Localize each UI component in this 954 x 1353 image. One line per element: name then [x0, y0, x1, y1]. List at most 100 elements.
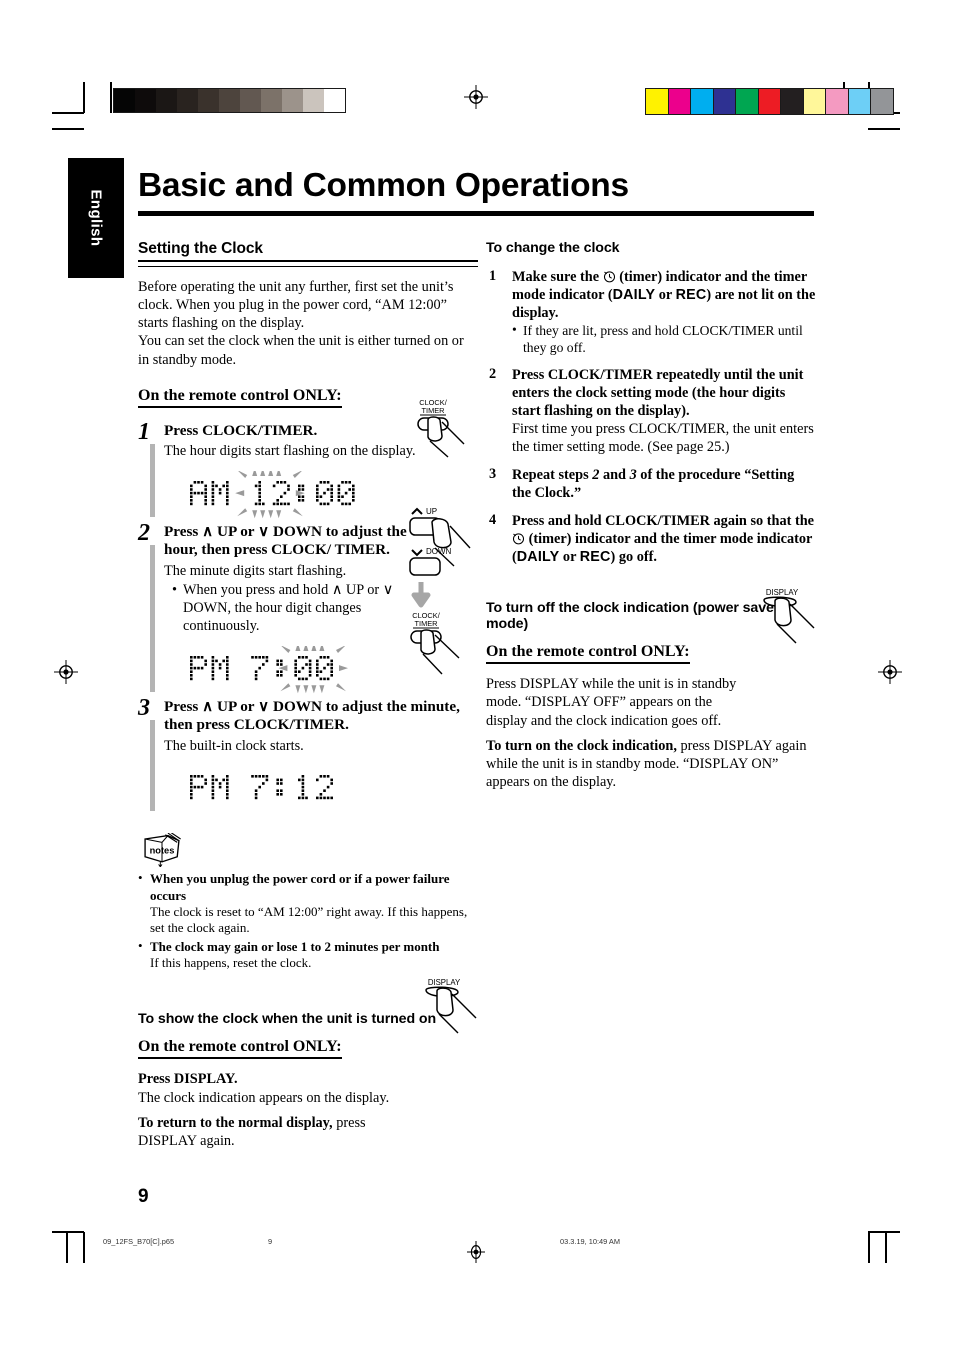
grayscale-swatch: [303, 89, 324, 112]
change-step-1-number: 1: [489, 268, 497, 284]
color-swatch: [803, 89, 826, 114]
crop-mark-bottom-left-h: [52, 1231, 84, 1233]
power-save-remote-only: On the remote control ONLY:: [486, 643, 690, 665]
change-clock-heading: To change the clock: [486, 240, 620, 256]
intro-paragraph-1: Before operating the unit any further, f…: [138, 279, 454, 332]
show-clock-remote-only: On the remote control ONLY:: [138, 1038, 342, 1060]
grayscale-swatch: [177, 89, 198, 112]
note-1-text: The clock is reset to “AM 12:00” right a…: [150, 903, 468, 936]
power-save-turn-on: To turn on the clock indication, press D…: [486, 737, 816, 791]
return-normal-display: To return to the normal display, press D…: [138, 1114, 426, 1150]
language-tab-label: English: [87, 189, 105, 247]
grayscale-swatch: [261, 89, 282, 112]
cs4-mode-rec: REC: [579, 549, 611, 566]
grayscale-swatch: [156, 89, 177, 112]
change-clock-steps: 1 Make sure the (timer) indicator and th…: [486, 268, 816, 566]
notes-block: notes When you unplug the power cord or …: [138, 831, 478, 972]
change-step-3: 3 Repeat steps 2 and 3 of the procedure …: [486, 466, 816, 502]
crop-mark-bottom-right-v: [868, 1232, 870, 1263]
press-display-body: The clock indication appears on the disp…: [138, 1089, 390, 1106]
color-swatch: [646, 89, 669, 114]
crop-mark-bottom-right-h: [868, 1231, 900, 1233]
color-calibration-bar: [645, 88, 894, 115]
crop-mark-top-right-h2: [868, 128, 900, 130]
change-step-2-number: 2: [489, 366, 497, 383]
step-3: 3 Press ∧ UP or ∨ DOWN to adjust the min…: [138, 694, 478, 812]
cs1-a: Make sure the: [512, 269, 603, 285]
note-2-title: The clock may gain or lose 1 to 2 minute…: [150, 938, 440, 954]
crop-mark-bottom-left-v: [83, 1232, 85, 1263]
color-swatch: [781, 89, 804, 114]
registration-mark-bottom: [464, 1240, 488, 1264]
grayscale-swatch: [324, 89, 345, 112]
color-swatch: [736, 89, 759, 114]
crop-mark-bottom-left-v2: [66, 1232, 68, 1263]
press-display-bold: Press DISPLAY.: [138, 1071, 238, 1088]
power-save-turn-on-bold: To turn on the clock indication,: [486, 737, 677, 754]
footer-page-number: 9: [268, 1237, 273, 1246]
page-number: 9: [138, 1186, 149, 1207]
page-title: Basic and Common Operations: [138, 167, 629, 204]
change-step-3-text: Repeat steps 2 and 3 of the procedure “S…: [512, 466, 816, 502]
crop-mark-bottom-right-v2: [885, 1232, 887, 1263]
crop-mark-top-left-h2: [52, 128, 84, 130]
right-column: To change the clock 1 Make sure the (tim…: [486, 240, 816, 791]
change-step-4-text: Press and hold CLOCK/TIMER again so that…: [512, 512, 816, 566]
color-swatch: [758, 89, 781, 114]
color-swatch: [713, 89, 736, 114]
power-save-paragraph-1: Press DISPLAY while the unit is in stand…: [486, 676, 737, 729]
cs4-a: Press and hold CLOCK/TIMER again so that…: [512, 513, 815, 530]
btn-label-display-left: DISPLAY: [428, 978, 461, 987]
step-2-number: 2: [138, 519, 150, 546]
cs4-mode-daily: DAILY: [516, 549, 560, 566]
step-1-sidebar: [150, 443, 155, 517]
btn-label-display-right: DISPLAY: [766, 588, 799, 597]
remote-button-art-up-down-clock: UP DOWN CLOCK/ TIMER: [404, 506, 482, 686]
title-rule: [138, 211, 814, 216]
step-3-number: 3: [138, 694, 150, 721]
notes-list: When you unplug the power cord or if a p…: [138, 870, 478, 972]
grayscale-swatch: [114, 89, 135, 112]
cs4-c: or: [559, 549, 580, 566]
step-2-sidebar: [150, 544, 155, 692]
cs3-italic-3: 3: [629, 467, 637, 484]
clock-timer-icon: [603, 270, 616, 283]
change-step-4: 4 Press and hold CLOCK/TIMER again so th…: [486, 512, 816, 566]
btn-label-timer-2: TIMER: [415, 619, 438, 628]
cs1-c: or: [655, 287, 676, 303]
intro-paragraph-2: You can set the clock when the unit is e…: [138, 333, 464, 368]
cs1-mode-daily: DAILY: [612, 287, 656, 303]
footer-filename: 09_12FS_B70[C].p65: [103, 1237, 175, 1246]
crop-mark-top-left-v: [83, 82, 85, 113]
section-heading-setting-the-clock: Setting the Clock: [138, 240, 263, 257]
grayscale-swatch: [240, 89, 261, 112]
grayscale-swatch: [198, 89, 219, 112]
cs1-mode-rec: REC: [675, 287, 707, 303]
grayscale-calibration-bar: [113, 88, 346, 113]
change-step-4-number: 4: [489, 512, 497, 529]
grayscale-swatch: [219, 89, 240, 112]
grayscale-swatch: [282, 89, 303, 112]
registration-mark-left: [54, 660, 78, 684]
svg-text:notes: notes: [150, 846, 175, 856]
change-step-1-bullet-1: If they are lit, press and hold CLOCK/TI…: [512, 321, 816, 356]
grayscale-swatch: [135, 89, 156, 112]
remote-button-art-display-left: DISPLAY: [420, 976, 482, 1034]
color-swatch: [668, 89, 691, 114]
cs3-a: Repeat steps: [512, 467, 593, 484]
note-item-2: The clock may gain or lose 1 to 2 minute…: [138, 938, 478, 972]
registration-mark-top: [464, 85, 488, 109]
language-tab: English: [68, 158, 124, 278]
lcd-display-step-3: [186, 765, 478, 811]
crop-mark-top-left-h: [52, 112, 84, 114]
cs3-b: and: [599, 467, 630, 484]
note-2-text: If this happens, reset the clock.: [150, 955, 312, 971]
step-3-sidebar: [150, 719, 155, 812]
step-2-bullet-1: When you press and hold ∧ UP or ∨ DOWN, …: [172, 581, 431, 635]
step-3-body: The built-in clock starts.: [164, 738, 304, 754]
remote-button-art-display-right: DISPLAY: [758, 586, 820, 644]
color-swatch: [826, 89, 849, 114]
crop-mark-top-left-v2: [110, 82, 112, 113]
change-step-2-text: Press CLOCK/TIMER repeatedly until the u…: [512, 367, 804, 420]
step-2-heading: Press ∧ UP or ∨ DOWN to adjust the hour,…: [164, 522, 407, 559]
